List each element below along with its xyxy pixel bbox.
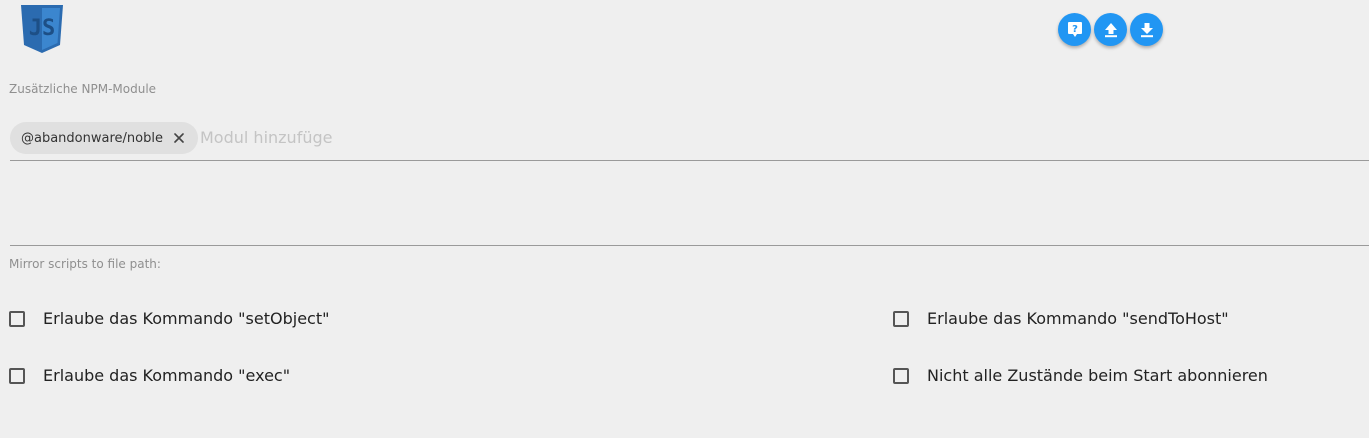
checkbox-send-to-host[interactable]: Erlaube das Kommando "sendToHost" [893,309,1229,328]
checkbox-exec[interactable]: Erlaube das Kommando "exec" [9,366,290,385]
svg-text:JS: JS [29,16,56,41]
upload-button[interactable] [1094,13,1127,46]
module-input-underline [10,160,1369,161]
exec-checkbox[interactable] [9,367,25,384]
help-button[interactable]: ? [1058,13,1091,46]
set-object-label: Erlaube das Kommando "setObject" [43,309,330,328]
set-object-checkbox[interactable] [9,310,25,327]
send-to-host-label: Erlaube das Kommando "sendToHost" [927,309,1229,328]
module-chip-label: @abandonware/noble [21,130,163,146]
upload-icon [1104,22,1117,37]
mirror-path-textarea[interactable] [10,166,1369,246]
help-icon: ? [1067,21,1082,37]
download-icon [1140,22,1153,37]
subscribe-all-label: Nicht alle Zustände beim Start abonniere… [927,366,1268,385]
send-to-host-checkbox[interactable] [893,310,909,327]
subscribe-all-checkbox[interactable] [893,367,909,384]
checkbox-set-object[interactable]: Erlaube das Kommando "setObject" [9,309,329,328]
npm-modules-label: Zusätzliche NPM-Module [9,82,157,96]
mirror-path-label: Mirror scripts to file path: [9,257,161,271]
svg-text:?: ? [1072,24,1078,35]
mirror-path-underline [10,245,1369,246]
exec-label: Erlaube das Kommando "exec" [43,366,291,385]
javascript-logo-icon: JS [20,4,64,54]
add-module-input[interactable] [200,126,800,148]
chip-delete-icon[interactable] [172,131,186,145]
checkbox-subscribe-all[interactable]: Nicht alle Zustände beim Start abonniere… [893,366,1268,385]
download-button[interactable] [1130,13,1163,46]
module-chip: @abandonware/noble [10,122,198,154]
